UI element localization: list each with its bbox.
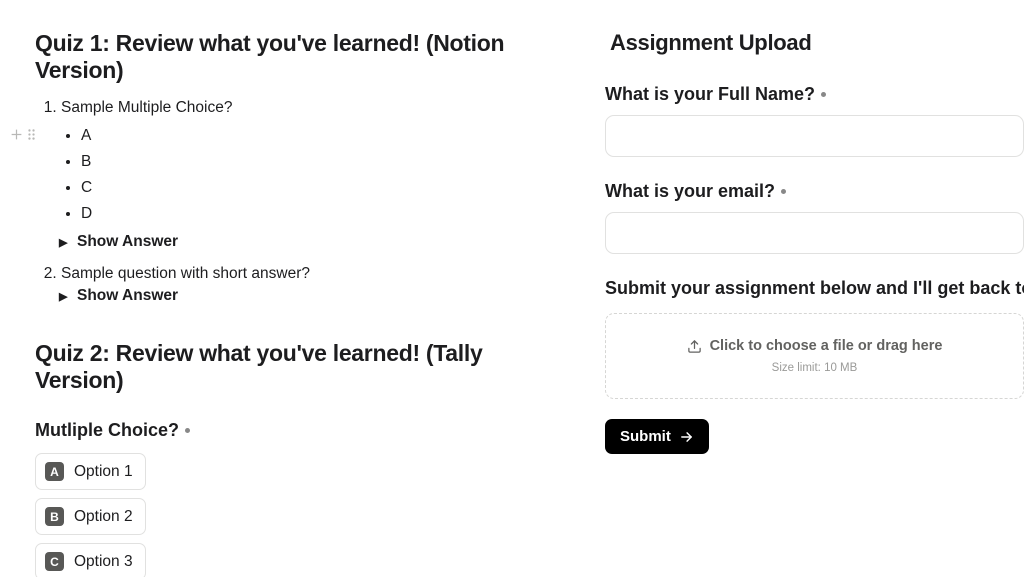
option-label: Option 1 (74, 463, 133, 481)
quiz2-title: Quiz 2: Review what you've learned! (Tal… (35, 340, 555, 394)
quiz1-q2[interactable]: Sample question with short answer? ▶ Sho… (61, 262, 555, 312)
quiz1-q1-choice-a[interactable]: A (81, 123, 555, 149)
quiz2-option-b[interactable]: B Option 2 (35, 498, 146, 535)
name-label-text: What is your Full Name? (605, 84, 815, 105)
quiz1-q1-choice-d[interactable]: D (81, 201, 555, 227)
quiz1-q1-choice-c[interactable]: C (81, 175, 555, 201)
block-hover-controls[interactable] (10, 128, 37, 141)
quiz1-q1-toggle-label: Show Answer (77, 233, 178, 251)
quiz1-q1[interactable]: Sample Multiple Choice? A B C D ▶ Show A… (61, 96, 555, 258)
name-input[interactable] (605, 115, 1024, 157)
dropzone-main-text: Click to choose a file or drag here (710, 338, 943, 354)
upload-icon (687, 339, 702, 354)
upload-instruction: Submit your assignment below and I'll ge… (605, 278, 1024, 299)
quiz1-q1-choice-b[interactable]: B (81, 149, 555, 175)
option-key-badge: C (45, 552, 64, 571)
quiz1-q1-choices: A B C D (61, 123, 555, 227)
triangle-right-icon: ▶ (59, 236, 71, 249)
option-key-badge: B (45, 507, 64, 526)
quiz2-question-label: Mutliple Choice? (35, 420, 555, 441)
option-label: Option 3 (74, 553, 133, 571)
dropzone-sub-text: Size limit: 10 MB (772, 362, 858, 374)
quiz2-option-c[interactable]: C Option 3 (35, 543, 146, 577)
quiz2-option-a[interactable]: A Option 1 (35, 453, 146, 490)
upload-title: Assignment Upload (605, 30, 1024, 56)
required-dot-icon (781, 189, 786, 194)
email-field-label: What is your email? (605, 181, 1024, 202)
file-dropzone[interactable]: Click to choose a file or drag here Size… (605, 313, 1024, 399)
quiz1-q2-toggle[interactable]: ▶ Show Answer (59, 283, 555, 309)
quiz1-q2-toggle-label: Show Answer (77, 287, 178, 305)
quiz1-title: Quiz 1: Review what you've learned! (Not… (35, 30, 555, 84)
quiz1-q1-prompt: Sample Multiple Choice? (61, 99, 232, 116)
submit-label: Submit (620, 428, 671, 445)
required-dot-icon (821, 92, 826, 97)
submit-button[interactable]: Submit (605, 419, 709, 454)
drag-handle-icon[interactable] (26, 128, 37, 141)
option-key-badge: A (45, 462, 64, 481)
name-field-label: What is your Full Name? (605, 84, 1024, 105)
email-label-text: What is your email? (605, 181, 775, 202)
arrow-right-icon (679, 430, 694, 444)
quiz1-q1-toggle[interactable]: ▶ Show Answer (59, 229, 555, 255)
quiz2-question-text: Mutliple Choice? (35, 420, 179, 441)
plus-icon[interactable] (10, 128, 23, 141)
quiz1-q2-prompt: Sample question with short answer? (61, 265, 310, 282)
option-label: Option 2 (74, 508, 133, 526)
required-dot-icon (185, 428, 190, 433)
email-input[interactable] (605, 212, 1024, 254)
quiz1-list: Sample Multiple Choice? A B C D ▶ Show A… (35, 96, 555, 312)
triangle-right-icon: ▶ (59, 290, 71, 303)
